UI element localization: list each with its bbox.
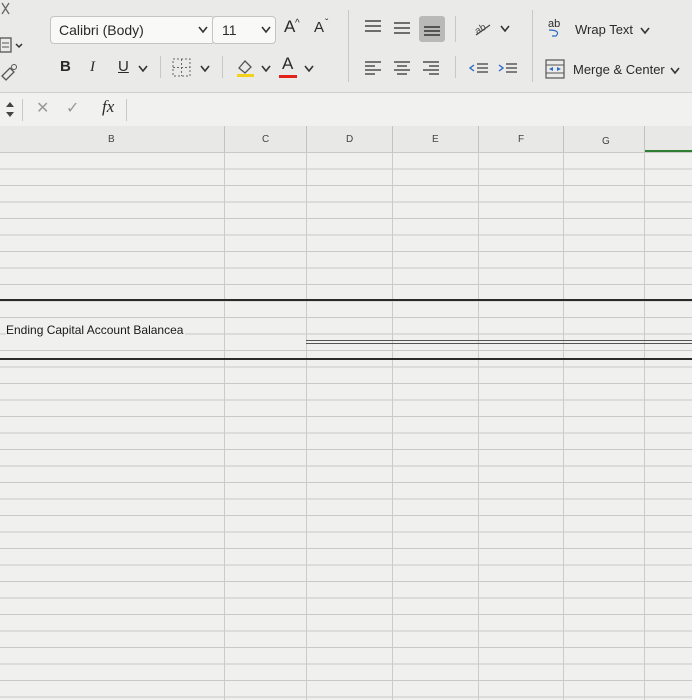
thick-border-bottom <box>0 358 692 360</box>
wrap-text-button[interactable]: ab Wrap Text <box>548 18 658 42</box>
grid-column-line <box>224 152 225 700</box>
chevron-down-icon[interactable] <box>200 65 210 73</box>
font-size-value: 11 <box>222 22 237 38</box>
divider <box>22 99 23 121</box>
double-underline-top <box>306 340 692 341</box>
align-center-icon[interactable] <box>392 58 412 78</box>
align-right-icon[interactable] <box>421 58 441 78</box>
increase-font-label: A <box>284 17 296 36</box>
cancel-entry-button[interactable]: ✕ <box>36 101 49 117</box>
column-divider <box>478 126 479 152</box>
font-name-value: Calibri (Body) <box>59 22 144 38</box>
column-divider <box>306 126 307 152</box>
divider <box>532 10 533 82</box>
chevron-down-icon[interactable] <box>500 25 510 33</box>
column-divider <box>224 126 225 152</box>
align-bottom-icon <box>424 26 440 36</box>
insert-function-button[interactable]: fx <box>102 98 114 115</box>
grid-column-line <box>563 152 564 700</box>
align-middle-icon[interactable] <box>392 18 412 38</box>
merge-cells-icon <box>545 59 565 79</box>
bold-button[interactable]: B <box>60 59 71 75</box>
chevron-down-icon[interactable] <box>261 65 271 73</box>
chevron-down-icon[interactable] <box>138 65 148 73</box>
increase-indent-icon[interactable] <box>497 58 519 78</box>
merge-center-button[interactable]: Merge & Center <box>545 58 685 82</box>
column-header-b[interactable]: B <box>108 134 115 145</box>
font-color-button[interactable]: A <box>282 55 293 72</box>
divider <box>455 56 456 78</box>
decrease-font-label: A <box>314 19 325 36</box>
grid-column-line <box>478 152 479 700</box>
caret-up-icon: ^ <box>295 18 300 29</box>
wrap-text-label: Wrap Text <box>575 22 634 37</box>
grid-column-line <box>644 152 645 700</box>
formula-input[interactable] <box>130 97 690 123</box>
format-painter-icon[interactable] <box>0 62 20 82</box>
divider <box>160 56 161 78</box>
decrease-indent-icon[interactable] <box>468 58 490 78</box>
column-divider <box>563 126 564 152</box>
caret-down-icon: ˇ <box>325 18 329 29</box>
wrap-arrow-icon <box>548 29 559 37</box>
column-divider <box>644 126 645 152</box>
italic-button[interactable]: I <box>90 59 95 75</box>
font-name-dropdown[interactable]: Calibri (Body) <box>50 16 215 44</box>
grid-column-line <box>306 152 307 700</box>
fill-color-icon[interactable] <box>234 56 256 78</box>
column-header-d[interactable]: D <box>346 134 353 145</box>
svg-text:ab: ab <box>473 22 489 37</box>
confirm-entry-button[interactable]: ✓ <box>66 101 79 117</box>
chevron-down-icon <box>198 26 208 34</box>
column-header-c[interactable]: C <box>262 134 269 145</box>
chevron-down-icon <box>670 67 680 75</box>
double-underline-bottom <box>306 343 692 344</box>
divider <box>455 16 456 42</box>
chevron-down-icon[interactable] <box>304 65 314 73</box>
chevron-down-icon <box>640 27 650 35</box>
increase-font-size-button[interactable]: A ^ <box>282 16 306 42</box>
column-header-g[interactable]: G <box>602 136 610 147</box>
ribbon: Calibri (Body) 11 A ^ A ˇ B I U A ab ab … <box>0 0 692 92</box>
name-box-stepper-icon[interactable] <box>4 100 16 120</box>
formula-bar: ✕ ✓ fx <box>0 92 692 128</box>
column-header-e[interactable]: E <box>432 134 439 145</box>
align-top-icon[interactable] <box>363 18 383 38</box>
column-headers: B C D E F G <box>0 126 692 153</box>
column-header-f[interactable]: F <box>518 134 524 145</box>
paste-icon[interactable] <box>0 36 26 58</box>
thick-border-top <box>0 299 692 301</box>
align-bottom-button[interactable] <box>419 16 445 42</box>
merge-center-label: Merge & Center <box>573 62 665 77</box>
ending-capital-label-cell[interactable]: Ending Capital Account Balancea <box>6 323 186 337</box>
divider <box>348 10 349 82</box>
spreadsheet-grid[interactable]: Ending Capital Account Balancea <box>0 152 692 700</box>
font-size-dropdown[interactable]: 11 <box>212 16 276 44</box>
chevron-down-icon <box>261 26 271 34</box>
text-orientation-icon[interactable]: ab <box>472 17 494 39</box>
decrease-font-size-button[interactable]: A ˇ <box>312 16 336 42</box>
borders-icon[interactable] <box>172 58 192 78</box>
column-divider <box>392 126 393 152</box>
font-color-swatch <box>279 75 297 78</box>
divider <box>222 56 223 78</box>
underline-button[interactable]: U <box>118 59 129 75</box>
divider <box>126 99 127 121</box>
grid-column-line <box>392 152 393 700</box>
align-left-icon[interactable] <box>363 58 383 78</box>
